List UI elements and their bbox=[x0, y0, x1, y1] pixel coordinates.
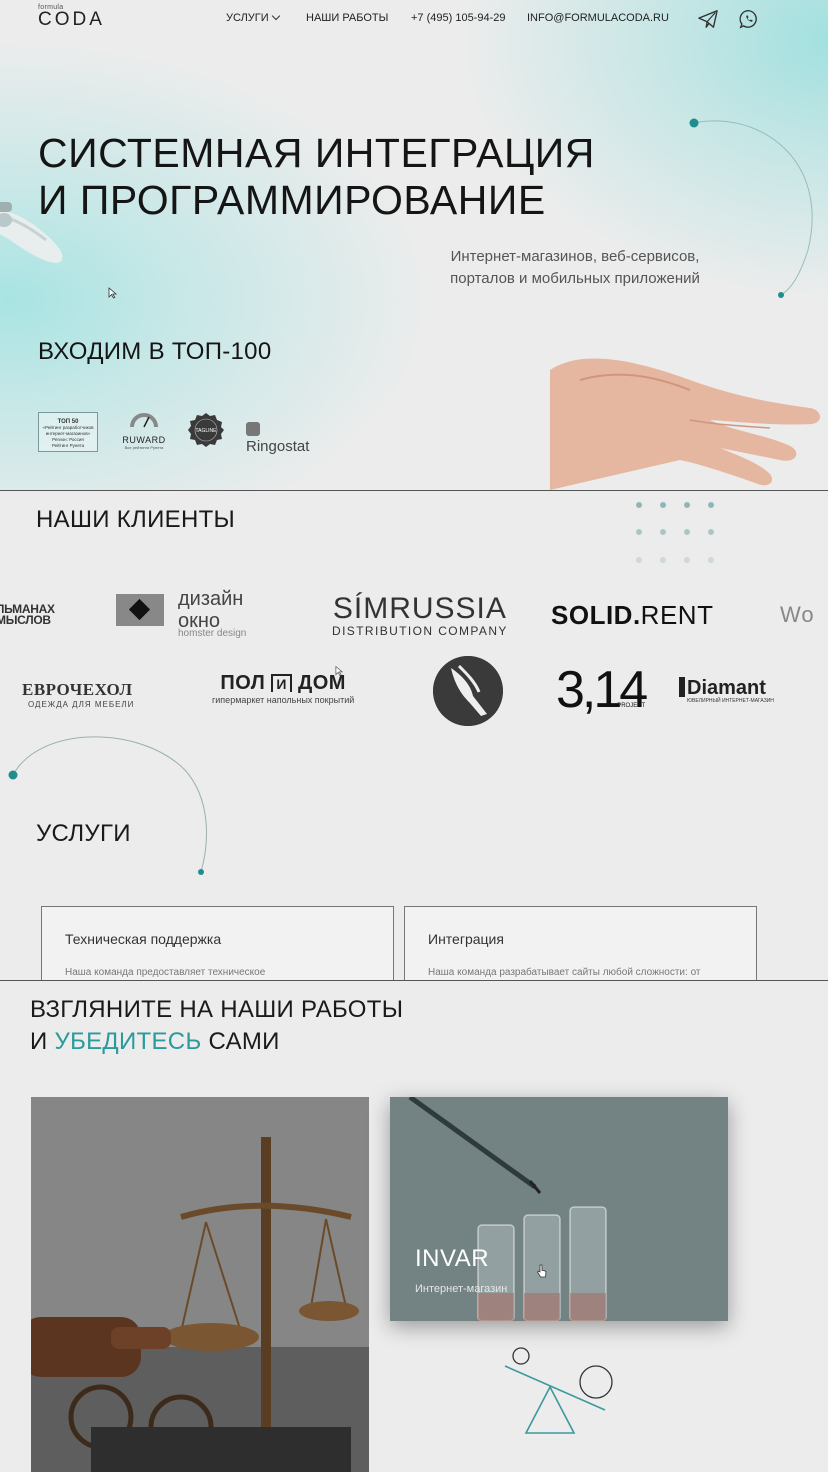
client-simrussia-name: SÍMRUSSIA bbox=[332, 592, 507, 625]
chevron-down-icon bbox=[271, 11, 280, 21]
decorative-dots bbox=[636, 502, 714, 563]
badge-top50-source: Рейтинг Рунета bbox=[51, 443, 85, 448]
mouse-cursor-icon bbox=[335, 665, 344, 676]
client-evro-sub: ОДЕЖДА ДЛЯ МЕБЕЛИ bbox=[28, 700, 135, 709]
client-okno-line1: дизайн bbox=[178, 588, 244, 610]
badge-ruward-label: RUWARD bbox=[122, 435, 166, 445]
client-poldom-name: ПОЛ И ДОМ bbox=[212, 672, 354, 695]
work-card-invar[interactable]: INVAR Интернет-магазин bbox=[390, 1097, 728, 1321]
badge-tagline-label: TAGLINE bbox=[195, 428, 217, 434]
service-card-title: Техническая поддержка bbox=[65, 931, 222, 947]
mouse-cursor-icon bbox=[108, 287, 118, 299]
whatsapp-icon[interactable] bbox=[738, 8, 760, 30]
client-logo-evrochehol[interactable]: ЕВРОЧЕХОЛ ОДЕЖДА ДЛЯ МЕБЕЛИ bbox=[0, 680, 134, 709]
human-hand-image bbox=[550, 358, 821, 490]
client-okno-sub: homster design bbox=[178, 628, 247, 639]
section-divider bbox=[0, 980, 828, 981]
nav-email[interactable]: INFO@FORMULACODA.RU bbox=[527, 12, 669, 24]
telegram-icon[interactable] bbox=[697, 9, 719, 29]
hero-title-line2: И ПРОГРАММИРОВАНИЕ bbox=[38, 177, 546, 223]
service-card-title: Интеграция bbox=[428, 931, 504, 947]
badge-ringostat[interactable]: Ringostat bbox=[246, 420, 309, 455]
client-simrussia-sub: DISTRIBUTION COMPANY bbox=[332, 624, 508, 638]
logo[interactable]: formula CODA bbox=[38, 4, 105, 31]
work-card-title: INVAR bbox=[415, 1245, 490, 1272]
hero-title: СИСТЕМНАЯ ИНТЕГРАЦИЯ И ПРОГРАММИРОВАНИЕ bbox=[38, 130, 638, 224]
client-poldom-part1: ПОЛ bbox=[220, 672, 266, 694]
nav-services[interactable]: УСЛУГИ bbox=[226, 11, 280, 24]
diamant-bar-icon bbox=[679, 677, 685, 697]
client-314-number: 3,14 bbox=[556, 661, 648, 719]
client-poldom-house-icon: И bbox=[271, 674, 292, 692]
badge-ruward-sub: Все рейтинги Рунета bbox=[124, 445, 164, 450]
client-logo-almanach[interactable]: ЛЬМАНАХ МЫСЛОВ bbox=[0, 603, 55, 627]
clients-title: НАШИ КЛИЕНТЫ bbox=[36, 506, 236, 533]
decorative-arc bbox=[689, 118, 813, 298]
client-314-sub: PROJECT bbox=[617, 703, 646, 709]
hand-pointer-icon bbox=[536, 1264, 547, 1278]
scales-of-justice-image bbox=[31, 1097, 369, 1472]
okno-mark-icon bbox=[116, 594, 164, 626]
client-evro-name: ЕВРОЧЕХОЛ bbox=[22, 680, 133, 699]
decorative-arc bbox=[8, 736, 207, 875]
client-logo-simrussia[interactable]: SÍMRUSSIA DISTRIBUTION COMPANY bbox=[332, 592, 508, 639]
works-title-accent: УБЕДИТЕСЬ bbox=[54, 1028, 202, 1055]
gauge-icon bbox=[130, 413, 158, 428]
services-title: УСЛУГИ bbox=[36, 820, 131, 847]
client-okno-text: дизайн окно bbox=[178, 588, 243, 632]
client-logo-314-project[interactable]: 3,14PROJECT bbox=[556, 662, 673, 734]
works-title-line1: ВЗГЛЯНИТЕ НА НАШИ РАБОТЫ bbox=[30, 996, 404, 1023]
client-diamant-sub: ЮВЕЛИРНЫЙ ИНТЕРНЕТ-МАГАЗИН bbox=[687, 698, 774, 704]
works-title: ВЗГЛЯНИТЕ НА НАШИ РАБОТЫ И УБЕДИТЕСЬ САМ… bbox=[30, 994, 403, 1058]
client-logo-diamant[interactable]: Diamant ЮВЕЛИРНЫЙ ИНТЕРНЕТ-МАГАЗИН bbox=[679, 677, 774, 704]
badge-ringostat-label: Ringostat bbox=[246, 438, 310, 455]
hero-subtitle-line1: Интернет-магазинов, веб-сервисов, bbox=[450, 248, 700, 265]
client-poldom-sub: гипермаркет напольных покрытий bbox=[212, 695, 355, 705]
client-logo-pol-i-dom[interactable]: ПОЛ И ДОМ гипермаркет напольных покрытий bbox=[212, 672, 354, 705]
service-card-text: Наша команда предоставляет техническое bbox=[65, 967, 266, 978]
works-title-pre: И bbox=[30, 1028, 55, 1055]
ringostat-logo-icon bbox=[246, 422, 260, 436]
works-title-post: САМИ bbox=[201, 1028, 280, 1055]
section-divider bbox=[0, 490, 828, 491]
client-solid-rest: RENT bbox=[640, 600, 714, 630]
client-logo-solid-rent[interactable]: SOLID.RENT bbox=[551, 600, 713, 631]
badge-top50-region: Регион: Россия bbox=[52, 437, 84, 442]
nav-works[interactable]: НАШИ РАБОТЫ bbox=[306, 12, 388, 24]
badge-top50[interactable]: ТОП 50 «Рейтинг разработчиков интернет-м… bbox=[38, 412, 98, 452]
client-almanach-line2: МЫСЛОВ bbox=[0, 613, 51, 627]
service-card-text: Наша команда разрабатывает сайты любой с… bbox=[428, 967, 701, 978]
badge-tagline[interactable]: TAGLINE bbox=[188, 412, 224, 448]
nav-phone[interactable]: +7 (495) 105-94-29 bbox=[411, 12, 505, 24]
client-logo-rabbit[interactable] bbox=[433, 656, 503, 726]
badge-top50-text: «Рейтинг разработчиков интернет-магазино… bbox=[42, 425, 94, 436]
work-card-law[interactable] bbox=[31, 1097, 369, 1472]
client-diamant-name: Diamant bbox=[687, 677, 766, 699]
top-100-heading: ВХОДИМ В ТОП-100 bbox=[38, 338, 272, 365]
nav-services-label: УСЛУГИ bbox=[226, 12, 269, 24]
hero-title-line1: СИСТЕМНАЯ ИНТЕГРАЦИЯ bbox=[38, 130, 595, 176]
badge-ruward[interactable]: RUWARD Все рейтинги Рунета bbox=[120, 412, 168, 452]
hero-subtitle-line2: порталов и мобильных приложений bbox=[450, 270, 700, 287]
balance-illustration bbox=[504, 1347, 613, 1434]
hero-section: formula CODA УСЛУГИ НАШИ РАБОТЫ +7 (495)… bbox=[0, 0, 828, 490]
work-card-subtitle: Интернет-магазин bbox=[415, 1283, 508, 1295]
logo-text: CODA bbox=[38, 9, 105, 30]
client-logo-wo[interactable]: Wo bbox=[780, 602, 815, 628]
client-solid-bold: SOLID. bbox=[551, 600, 641, 630]
